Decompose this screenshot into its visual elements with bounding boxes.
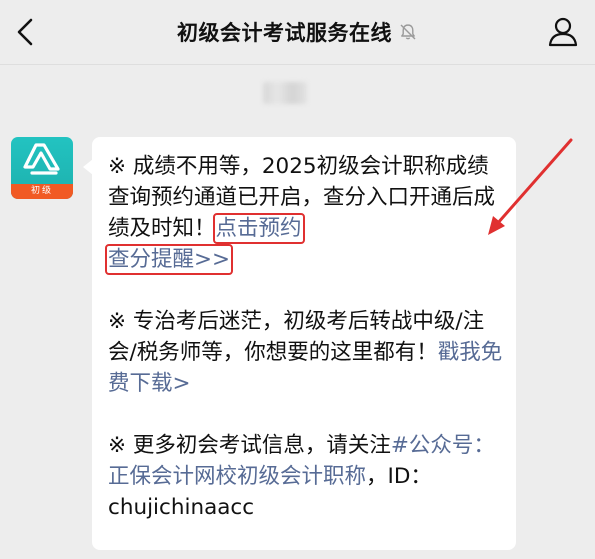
sender-avatar[interactable]: 初级 [11,137,73,199]
profile-button[interactable] [545,14,581,50]
paragraph-3-text: ※ 更多初会考试信息，请关注 [108,433,391,458]
message-bubble[interactable]: ※ 成绩不用等，2025初级会计职称成绩查询预约通道已开启，查分入口开通后成绩及… [83,137,516,550]
top-navigation-bar: 初级会计考试服务在线 [0,0,595,65]
bell-muted-icon [400,24,416,40]
message-timestamp-blurred [263,82,307,104]
message-paragraph-2: ※ 专治考后迷茫，初级考后转战中级/注会/税务师等，你想要的这里都有！戳我免费下… [108,306,506,399]
avatar-label: 初级 [11,184,73,199]
reserve-score-link-part2[interactable]: 查分提醒>> [104,244,234,275]
paragraph-2-text: ※ 专治考后迷茫，初级考后转战中级/注会/税务师等，你想要的这里都有！ [108,309,485,365]
logo-icon [23,143,60,175]
message-paragraph-3: ※ 更多初会考试信息，请关注#公众号：正保会计网校初级会计职称，ID：chuji… [108,430,506,523]
chat-title: 初级会计考试服务在线 [177,21,392,45]
message-paragraph-1: ※ 成绩不用等，2025初级会计职称成绩查询预约通道已开启，查分入口开通后成绩及… [104,151,506,275]
person-icon [548,17,578,47]
chevron-left-icon [17,18,33,46]
bubble-tail [83,159,93,175]
reserve-score-link-part1[interactable]: 点击预约 [212,213,305,244]
message-text: ※ 成绩不用等，2025初级会计职称成绩查询预约通道已开启，查分入口开通后成绩及… [104,151,506,523]
back-button[interactable] [10,14,44,50]
